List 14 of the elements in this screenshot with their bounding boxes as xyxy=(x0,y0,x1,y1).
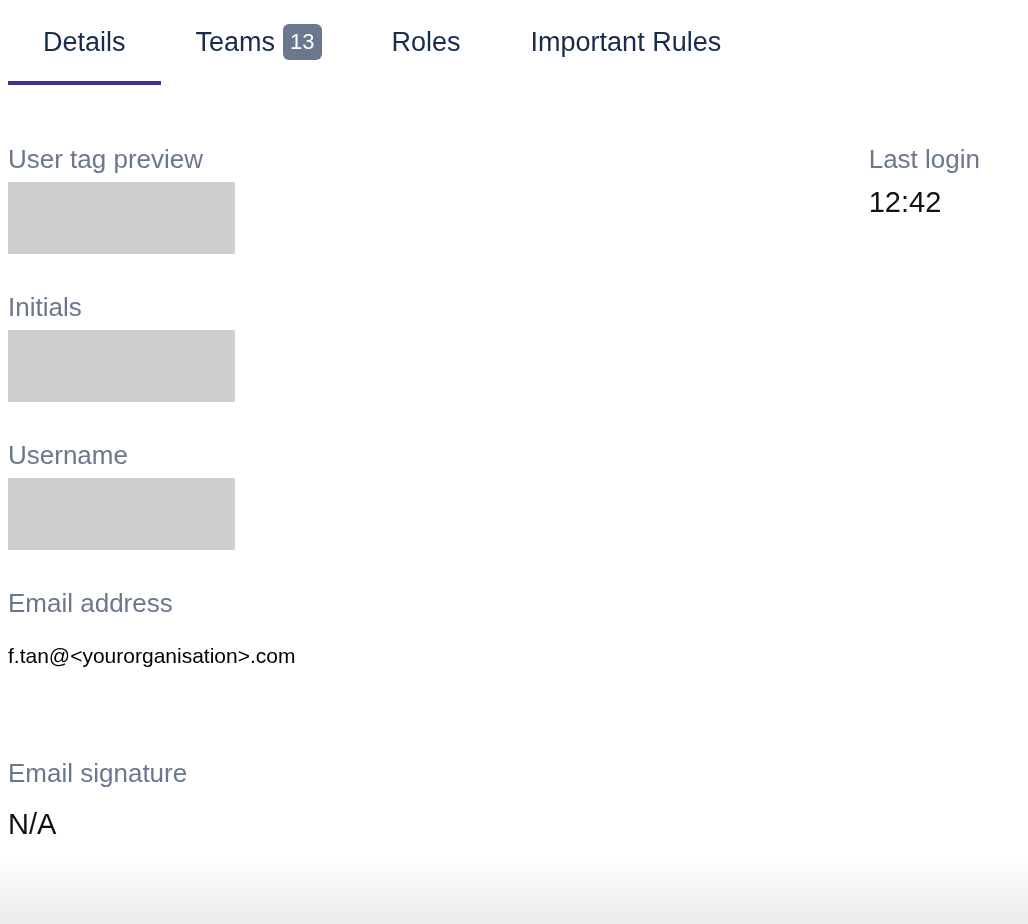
field-value: N/A xyxy=(8,807,58,842)
tab[interactable]: Roles xyxy=(356,0,496,85)
field-label: Last login xyxy=(868,143,980,176)
count-badge: 13 xyxy=(283,24,322,60)
field-value: f.tan@<yourorganisation>.com xyxy=(8,643,296,669)
field-label: Email signature xyxy=(8,757,189,790)
tab[interactable]: Teams 13 xyxy=(160,0,357,85)
tab[interactable]: Important Rules xyxy=(495,0,757,85)
field-label: User tag preview xyxy=(8,143,205,176)
field-label: Username xyxy=(8,439,129,472)
field-label: Initials xyxy=(8,291,83,324)
tab[interactable]: Details xyxy=(8,0,161,85)
field-value: 12:42 xyxy=(868,185,943,220)
field-label: Email address xyxy=(8,587,174,620)
